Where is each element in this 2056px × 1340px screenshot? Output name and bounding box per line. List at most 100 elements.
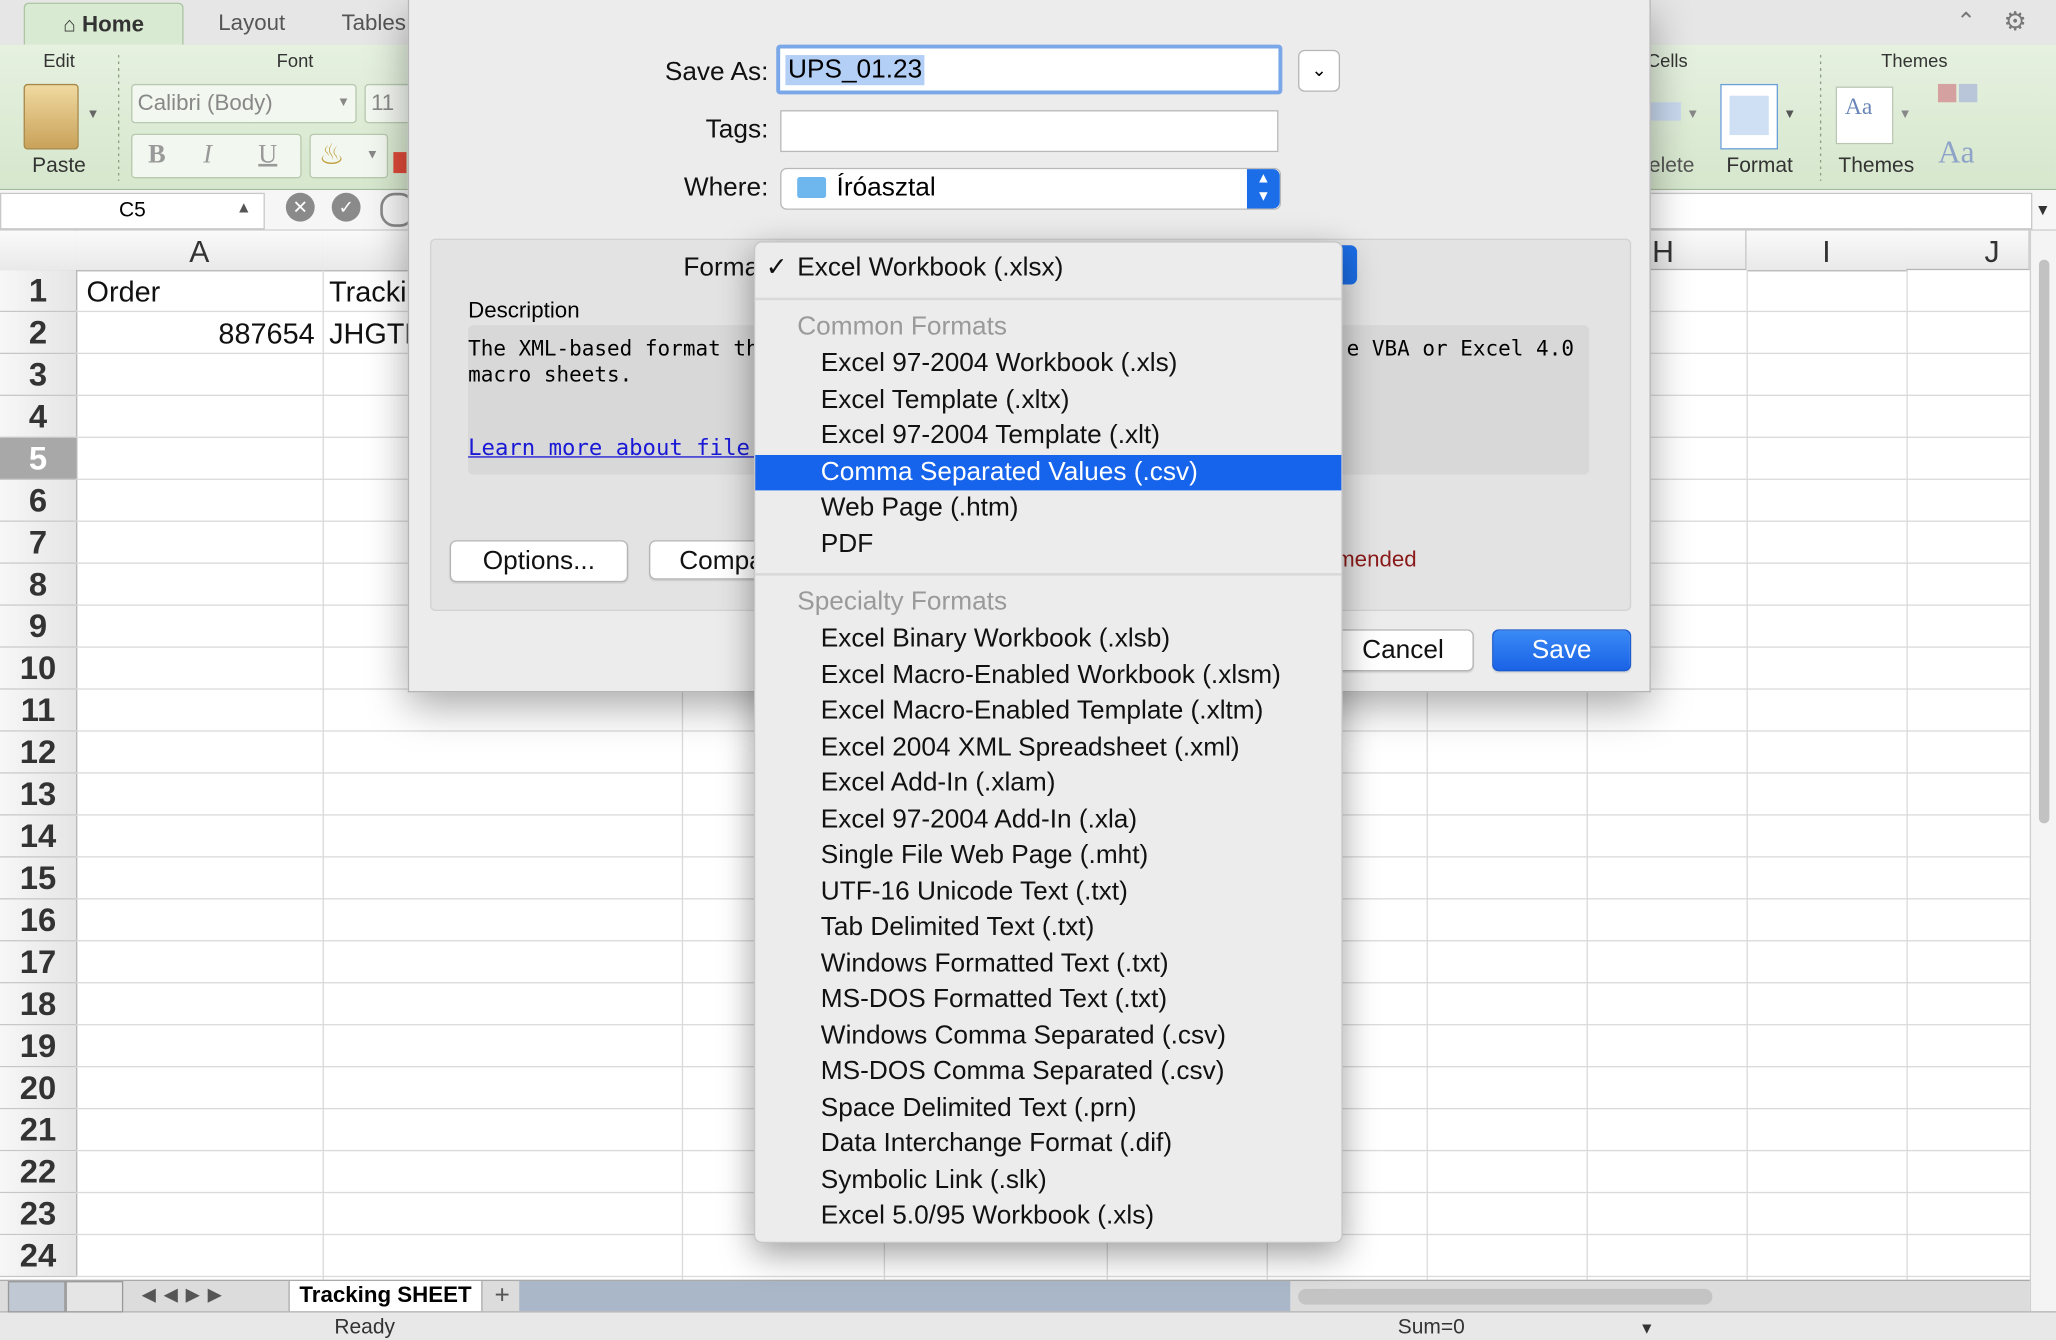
- row-header-23[interactable]: 23: [0, 1193, 78, 1236]
- filename-input[interactable]: UPS_01.23: [776, 44, 1283, 95]
- row-header-19[interactable]: 19: [0, 1025, 78, 1068]
- theme-fonts-icon[interactable]: Aa: [1938, 136, 1975, 171]
- row-header-6[interactable]: 6: [0, 479, 78, 522]
- row-header-2[interactable]: 2: [0, 312, 78, 355]
- themes-icon[interactable]: Aa: [1835, 86, 1894, 145]
- row-header-18[interactable]: 18: [0, 983, 78, 1026]
- row-header-20[interactable]: 20: [0, 1067, 78, 1110]
- menu-item[interactable]: Excel 97-2004 Workbook (.xls): [755, 346, 1341, 381]
- where-select[interactable]: Íróasztal ▲ ▼: [780, 167, 1282, 210]
- theme-colors-icon[interactable]: [1937, 83, 1957, 103]
- vertical-scroll-thumb[interactable]: [2038, 259, 2050, 824]
- cancel-entry-icon[interactable]: ✕: [285, 192, 315, 222]
- row-header-16[interactable]: 16: [0, 899, 78, 942]
- row-header-5[interactable]: 5: [0, 437, 78, 480]
- cell-a1[interactable]: Order: [87, 271, 161, 313]
- tab-layout[interactable]: Layout: [186, 3, 317, 45]
- row-header-7[interactable]: 7: [0, 521, 78, 564]
- status-sum[interactable]: Sum=0: [1398, 1316, 1465, 1340]
- expand-dialog-button[interactable]: ⌄: [1298, 49, 1341, 92]
- menu-item[interactable]: Excel 97-2004 Add-In (.xla): [755, 802, 1341, 837]
- menu-item[interactable]: Web Page (.htm): [755, 490, 1341, 525]
- sum-dropdown-icon[interactable]: ▼: [1639, 1319, 1655, 1337]
- tab-tables[interactable]: Tables: [328, 3, 420, 45]
- column-header-j[interactable]: J: [1906, 230, 2030, 271]
- collapse-ribbon-icon[interactable]: ⌃: [1956, 8, 1976, 36]
- row-header-12[interactable]: 12: [0, 731, 78, 774]
- sheet-tab-tracking[interactable]: Tracking SHEET: [288, 1281, 483, 1314]
- menu-item[interactable]: Single File Web Page (.mht): [755, 838, 1341, 873]
- menu-item[interactable]: Excel 2004 XML Spreadsheet (.xml): [755, 730, 1341, 765]
- format-cells-icon[interactable]: [1720, 83, 1778, 150]
- menu-item[interactable]: Excel Binary Workbook (.xlsb): [755, 622, 1341, 657]
- row-header-10[interactable]: 10: [0, 647, 78, 690]
- menu-item[interactable]: Windows Comma Separated (.csv): [755, 1018, 1341, 1053]
- options-button[interactable]: Options...: [449, 540, 629, 583]
- paste-icon[interactable]: [23, 83, 79, 150]
- menu-item[interactable]: Windows Formatted Text (.txt): [755, 946, 1341, 981]
- row-header-22[interactable]: 22: [0, 1151, 78, 1194]
- row-header-24[interactable]: 24: [0, 1235, 78, 1278]
- row-header-1[interactable]: 1: [0, 270, 78, 313]
- row-header-15[interactable]: 15: [0, 857, 78, 900]
- row-header-9[interactable]: 9: [0, 605, 78, 648]
- menu-item[interactable]: Excel 97-2004 Template (.xlt): [755, 418, 1341, 453]
- row-header-17[interactable]: 17: [0, 941, 78, 984]
- row-header-8[interactable]: 8: [0, 563, 78, 606]
- expand-formula-icon[interactable]: ▼: [2035, 201, 2051, 219]
- confirm-entry-icon[interactable]: ✓: [331, 192, 361, 222]
- font-color-icon[interactable]: [393, 152, 407, 174]
- save-button[interactable]: Save: [1492, 629, 1632, 672]
- underline-button[interactable]: U: [258, 140, 277, 170]
- menu-item[interactable]: Excel Template (.xltx): [755, 382, 1341, 417]
- column-header-i[interactable]: I: [1746, 230, 1908, 272]
- vertical-scrollbar[interactable]: [2029, 230, 2056, 1312]
- name-box[interactable]: C5: [0, 192, 265, 230]
- menu-item[interactable]: Excel Macro-Enabled Template (.xltm): [755, 694, 1341, 729]
- normal-view-icon[interactable]: [7, 1281, 66, 1313]
- horizontal-scroll-thumb[interactable]: [1298, 1288, 1713, 1305]
- page-layout-view-icon[interactable]: [65, 1281, 124, 1313]
- sheet-nav-arrows-icon[interactable]: ◀◀▶▶: [142, 1284, 230, 1306]
- menu-item[interactable]: Symbolic Link (.slk): [755, 1162, 1341, 1197]
- fill-color-button[interactable]: ♨ ▼: [309, 133, 389, 179]
- column-header-a[interactable]: A: [76, 230, 324, 272]
- themes-button-label[interactable]: Themes: [1830, 155, 1922, 179]
- tab-home[interactable]: ⌂ Home: [23, 2, 184, 46]
- paste-dropdown-icon[interactable]: ▼: [87, 108, 100, 122]
- cell-a2[interactable]: 887654: [76, 313, 315, 355]
- menu-item[interactable]: MS-DOS Formatted Text (.txt): [755, 982, 1341, 1017]
- formula-input[interactable]: [1649, 192, 2033, 230]
- row-header-13[interactable]: 13: [0, 773, 78, 816]
- menu-item-selected[interactable]: Comma Separated Values (.csv): [755, 454, 1342, 490]
- menu-item[interactable]: Excel Add-In (.xlam): [755, 766, 1341, 801]
- font-size-select[interactable]: 11: [364, 83, 412, 124]
- menu-item[interactable]: MS-DOS Comma Separated (.csv): [755, 1054, 1341, 1089]
- row-header-4[interactable]: 4: [0, 395, 78, 438]
- menu-item[interactable]: PDF: [755, 526, 1341, 561]
- menu-item[interactable]: Tab Delimited Text (.txt): [755, 910, 1341, 945]
- menu-item[interactable]: Excel Macro-Enabled Workbook (.xlsm): [755, 658, 1341, 693]
- row-header-21[interactable]: 21: [0, 1109, 78, 1152]
- name-box-stepper-icon[interactable]: ▲: [236, 198, 252, 216]
- format-button-label[interactable]: Format: [1712, 155, 1806, 179]
- row-header-3[interactable]: 3: [0, 354, 78, 396]
- menu-item[interactable]: Space Delimited Text (.prn): [755, 1090, 1341, 1125]
- italic-button[interactable]: I: [203, 140, 212, 170]
- menu-item[interactable]: Data Interchange Format (.dif): [755, 1126, 1341, 1161]
- paste-button-label[interactable]: Paste: [18, 155, 99, 179]
- add-sheet-button[interactable]: +: [483, 1281, 522, 1310]
- font-name-select[interactable]: Calibri (Body) ▼: [131, 83, 357, 124]
- row-header-14[interactable]: 14: [0, 815, 78, 858]
- gear-icon[interactable]: ⚙: [2004, 5, 2028, 38]
- bold-button[interactable]: B: [148, 140, 165, 170]
- menu-item-checked[interactable]: ✓ Excel Workbook (.xlsx): [755, 250, 1341, 285]
- cancel-button[interactable]: Cancel: [1332, 629, 1474, 672]
- row-header-11[interactable]: 11: [0, 689, 78, 732]
- menu-item[interactable]: Excel 5.0/95 Workbook (.xls): [755, 1198, 1341, 1233]
- select-all-corner[interactable]: [0, 230, 78, 272]
- tags-input[interactable]: [780, 110, 1279, 153]
- delete-cells-icon[interactable]: [1649, 102, 1681, 121]
- cell-b1[interactable]: Tracki: [329, 271, 406, 313]
- menu-item[interactable]: UTF-16 Unicode Text (.txt): [755, 874, 1341, 909]
